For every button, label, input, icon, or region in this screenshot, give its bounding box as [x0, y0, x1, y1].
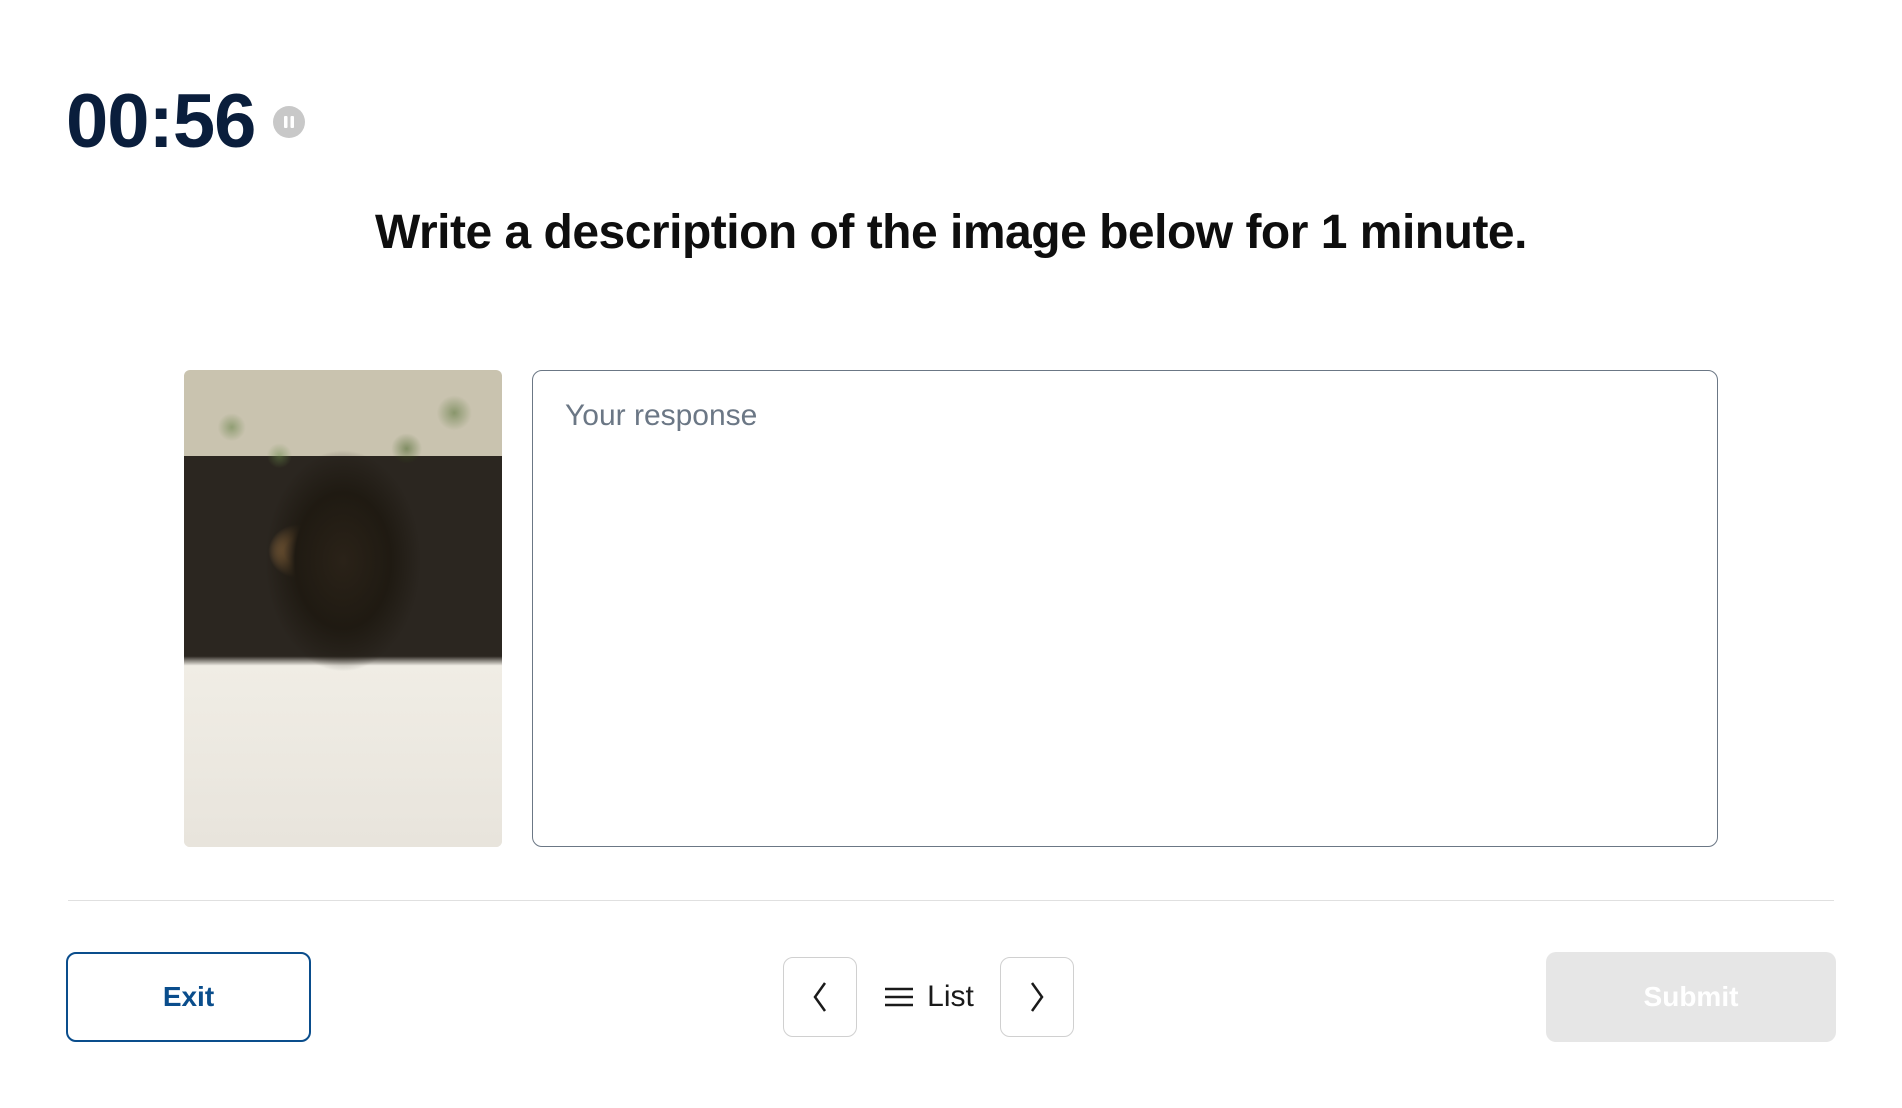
- footer: Exit List Submit: [66, 952, 1836, 1042]
- nav-group: List: [783, 957, 1074, 1037]
- pause-button[interactable]: [273, 106, 305, 138]
- list-icon: [883, 985, 915, 1009]
- prompt-image: [184, 370, 502, 847]
- exit-button[interactable]: Exit: [66, 952, 311, 1042]
- submit-button[interactable]: Submit: [1546, 952, 1836, 1042]
- chevron-right-icon: [1026, 979, 1048, 1015]
- prev-button[interactable]: [783, 957, 857, 1037]
- response-input[interactable]: [532, 370, 1718, 847]
- pause-icon: [282, 115, 296, 129]
- footer-divider: [68, 900, 1834, 901]
- next-button[interactable]: [1000, 957, 1074, 1037]
- timer-row: 00:56: [66, 78, 1836, 165]
- prompt-text: Write a description of the image below f…: [66, 205, 1836, 260]
- timer-display: 00:56: [66, 78, 255, 165]
- content-row: [66, 370, 1836, 847]
- chevron-left-icon: [809, 979, 831, 1015]
- list-label: List: [927, 980, 974, 1014]
- list-button[interactable]: List: [883, 980, 974, 1014]
